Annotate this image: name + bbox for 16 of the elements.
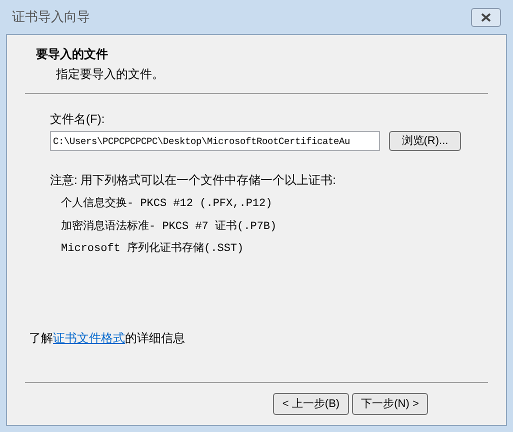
close-button[interactable] xyxy=(471,8,501,26)
info-text: 了解证书文件格式的详细信息 xyxy=(28,330,186,347)
format-item: Microsoft 序列化证书存储(.SST) xyxy=(61,241,245,257)
next-button[interactable]: 下一步(N) > xyxy=(352,393,428,415)
note-text: 注意: 用下列格式可以在一个文件中存储一个以上证书: xyxy=(50,172,338,189)
browse-button[interactable]: 浏览(R)... xyxy=(389,131,461,151)
window-title: 证书导入向导 xyxy=(12,8,90,26)
formats-link[interactable]: 证书文件格式 xyxy=(53,331,125,345)
back-button[interactable]: < 上一步(B) xyxy=(273,393,349,415)
format-item: 个人信息交换- PKCS #12 (.PFX,.P12) xyxy=(61,196,274,212)
close-icon xyxy=(481,12,491,22)
page-title: 要导入的文件 xyxy=(36,46,109,63)
page-subtitle: 指定要导入的文件。 xyxy=(55,66,165,83)
file-name-field[interactable]: C:\Users\PCPCPCPCPC\Desktop\MicrosoftRootCertificateAu xyxy=(50,131,380,151)
format-item: 加密消息语法标准- PKCS #7 证书(.P7B) xyxy=(61,218,278,234)
field-label: 文件名(F): xyxy=(50,111,106,128)
